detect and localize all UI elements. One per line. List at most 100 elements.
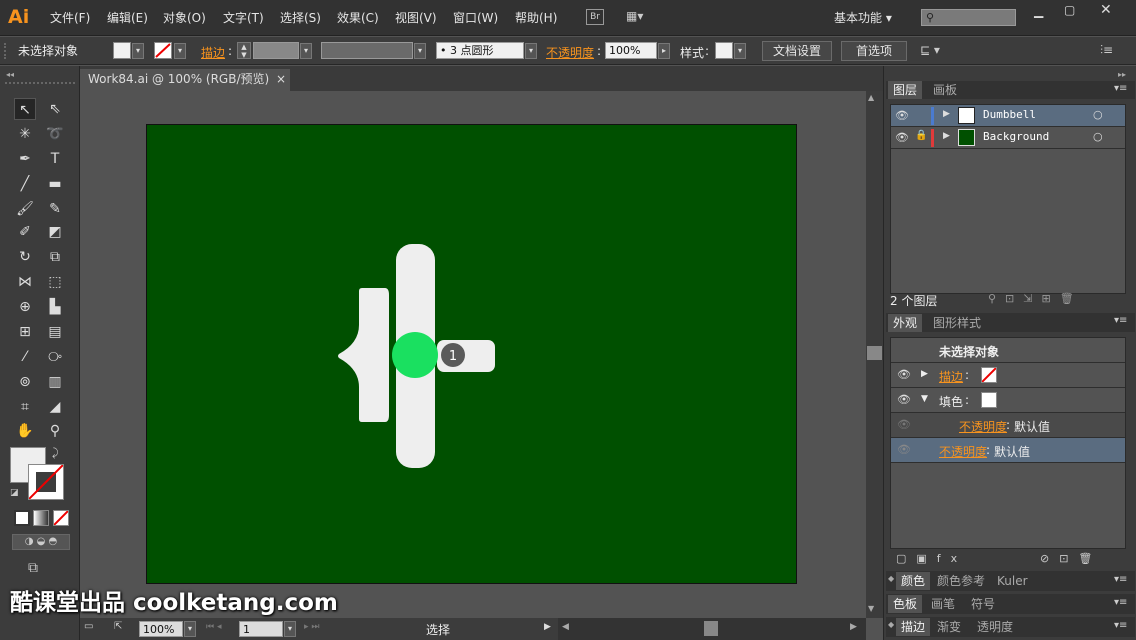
target-circle-icon[interactable]: ○ [1093, 130, 1103, 143]
menu-file[interactable]: 文件(F) [50, 9, 90, 26]
style-dropdown[interactable]: ▾ [734, 43, 746, 59]
free-transform-tool-icon[interactable]: ⬚ [44, 271, 66, 293]
hscroll-thumb[interactable] [704, 621, 718, 636]
tab-transparency[interactable]: 透明度 [972, 618, 1018, 636]
document-setup-button[interactable]: 文档设置 [762, 41, 832, 61]
stroke-menu-icon[interactable]: ▾≡ [1114, 620, 1127, 631]
workspace-switcher[interactable]: 基本功能 ▾ [834, 9, 892, 26]
profile-dropdown[interactable]: ▾ [414, 43, 426, 59]
color-mode-icon[interactable] [14, 510, 30, 526]
pen-tool-icon[interactable]: ✒ [14, 148, 36, 170]
last-artboard-icon[interactable]: ▸ ⏭ [304, 622, 319, 632]
visibility-eye-icon[interactable]: 👁 [895, 109, 909, 122]
none-mode-icon[interactable] [53, 510, 69, 526]
tab-brushes[interactable]: 画笔 [926, 595, 960, 613]
appearance-footer-icons-right[interactable]: ⊘⊡🗑 [1040, 552, 1102, 565]
expand-layer-icon[interactable]: ▶ [943, 109, 950, 119]
collapse-toolbox-icon[interactable]: ◂◂ [6, 70, 14, 79]
collapse-fill-icon[interactable]: ▼ [921, 394, 928, 404]
expand-layer-icon[interactable]: ▶ [943, 131, 950, 141]
stroke-color-box[interactable] [28, 464, 64, 500]
tab-symbols[interactable]: 符号 [966, 595, 1000, 613]
object-opacity-label[interactable]: 不透明度 [939, 443, 987, 460]
appearance-stroke-row[interactable]: 👁 ▶ 描边 : [891, 363, 1125, 388]
brush-dropdown[interactable]: ▾ [525, 43, 537, 59]
appearance-stroke-swatch[interactable] [981, 367, 997, 383]
variable-width-profile[interactable] [321, 42, 413, 59]
draw-mode-icons[interactable]: ◑ ◒ ◓ [12, 534, 70, 550]
arrange-docs-icon[interactable]: ▦▾ [626, 9, 654, 25]
swap-colors-icon[interactable]: ⤸ [52, 446, 59, 460]
artboard-tool-icon[interactable]: ⌗ [14, 396, 36, 418]
menu-help[interactable]: 帮助(H) [515, 9, 557, 26]
lock-icon[interactable]: 🔒 [915, 130, 927, 141]
menu-edit[interactable]: 编辑(E) [107, 9, 148, 26]
tab-swatches[interactable]: 色板 [888, 595, 923, 613]
layers-menu-icon[interactable]: ▾≡ [1114, 83, 1127, 94]
menu-view[interactable]: 视图(V) [395, 9, 437, 26]
pencil-tool-icon[interactable]: ✎ [44, 198, 66, 220]
artboard-dropdown[interactable]: ▾ [284, 621, 296, 637]
bridge-button[interactable]: Br [586, 9, 604, 25]
layer-name-dumbbell[interactable]: Dumbbell [983, 108, 1036, 121]
appearance-fill-swatch[interactable] [981, 392, 997, 408]
align-icon[interactable]: ⊑ ▾ [920, 43, 940, 57]
search-input[interactable]: ⚲ [921, 9, 1016, 26]
zoom-input[interactable]: 100% [139, 621, 183, 637]
appearance-opacity-row[interactable]: 👁 不透明度 : 默认值 [891, 438, 1125, 463]
visibility-eye-icon[interactable]: 👁 [897, 443, 911, 456]
tab-color[interactable]: 颜色 [896, 572, 931, 590]
default-colors-icon[interactable]: ◪ [10, 488, 19, 498]
swatches-menu-icon[interactable]: ▾≡ [1114, 597, 1127, 608]
perspective-grid-tool-icon[interactable]: ▙ [44, 296, 66, 318]
menu-object[interactable]: 对象(O) [163, 9, 206, 26]
eyedropper-tool-icon[interactable]: ⁄ [14, 346, 36, 368]
layer-row-dumbbell[interactable]: 👁 ▶ Dumbbell ○ [891, 105, 1125, 127]
tab-appearance[interactable]: 外观 [888, 314, 923, 332]
style-swatch[interactable] [715, 42, 733, 59]
visibility-eye-icon[interactable]: 👁 [897, 368, 911, 381]
layer-name-background[interactable]: Background [983, 130, 1049, 143]
horizontal-scrollbar[interactable]: ◀ ▶ [558, 618, 866, 640]
tab-stroke[interactable]: 描边 [896, 618, 931, 636]
document-tab[interactable]: Work84.ai @ 100% (RGB/预览) × [80, 69, 290, 91]
vertical-scrollbar[interactable]: ▲ ▼ [866, 91, 883, 618]
scroll-up-icon[interactable]: ▲ [868, 93, 874, 102]
rotate-tool-icon[interactable]: ↻ [14, 246, 36, 268]
gradient-tool-icon[interactable]: ▤ [44, 321, 66, 343]
panel-toggle-icon[interactable]: ◆ [888, 574, 894, 583]
column-graph-tool-icon[interactable]: ▥ [44, 371, 66, 393]
target-circle-icon[interactable]: ○ [1093, 108, 1103, 121]
collapse-panels-icon[interactable]: ▸▸ [1118, 70, 1126, 79]
tab-gradient[interactable]: 渐变 [932, 618, 966, 636]
symbol-sprayer-tool-icon[interactable]: ⊚ [14, 371, 36, 393]
shape-builder-tool-icon[interactable]: ⊕ [14, 296, 36, 318]
appearance-footer-icons-left[interactable]: ▢▣fx [896, 552, 967, 565]
panel-menu-icon[interactable]: ⫶≡ [1100, 43, 1113, 58]
appearance-menu-icon[interactable]: ▾≡ [1114, 315, 1127, 326]
artboard-number-input[interactable]: 1 [239, 621, 283, 637]
minimize-button[interactable]: ▁ [1034, 4, 1043, 18]
close-tab-icon[interactable]: × [276, 69, 286, 90]
visibility-eye-icon[interactable]: 👁 [897, 418, 911, 431]
visibility-eye-icon[interactable]: 👁 [897, 393, 911, 406]
fill-swatch[interactable] [113, 42, 131, 59]
maximize-button[interactable]: ▢ [1064, 3, 1075, 17]
blend-tool-icon[interactable]: ⧂ [44, 346, 66, 368]
appearance-fill-row[interactable]: 👁 ▼ 填色 : [891, 388, 1125, 413]
color-menu-icon[interactable]: ▾≡ [1114, 574, 1127, 585]
first-artboard-icon[interactable]: ⏮ ◂ [206, 622, 221, 632]
fill-dropdown[interactable]: ▾ [132, 43, 144, 59]
opacity-dropdown[interactable]: ▸ [658, 43, 670, 59]
brush-definition[interactable]: • 3 点圆形 [436, 42, 524, 59]
opacity-input[interactable]: 100% [605, 42, 657, 59]
stroke-swatch[interactable] [154, 42, 172, 59]
preferences-button[interactable]: 首选项 [841, 41, 907, 61]
menu-select[interactable]: 选择(S) [280, 9, 321, 26]
tab-graphic-styles[interactable]: 图形样式 [928, 314, 986, 332]
menu-window[interactable]: 窗口(W) [453, 9, 498, 26]
scale-tool-icon[interactable]: ⧉ [44, 246, 66, 268]
eraser-tool-icon[interactable]: ◩ [44, 221, 66, 243]
gpu-icon[interactable]: ▭ [84, 621, 93, 632]
paintbrush-tool-icon[interactable]: 🖌 [14, 198, 36, 220]
